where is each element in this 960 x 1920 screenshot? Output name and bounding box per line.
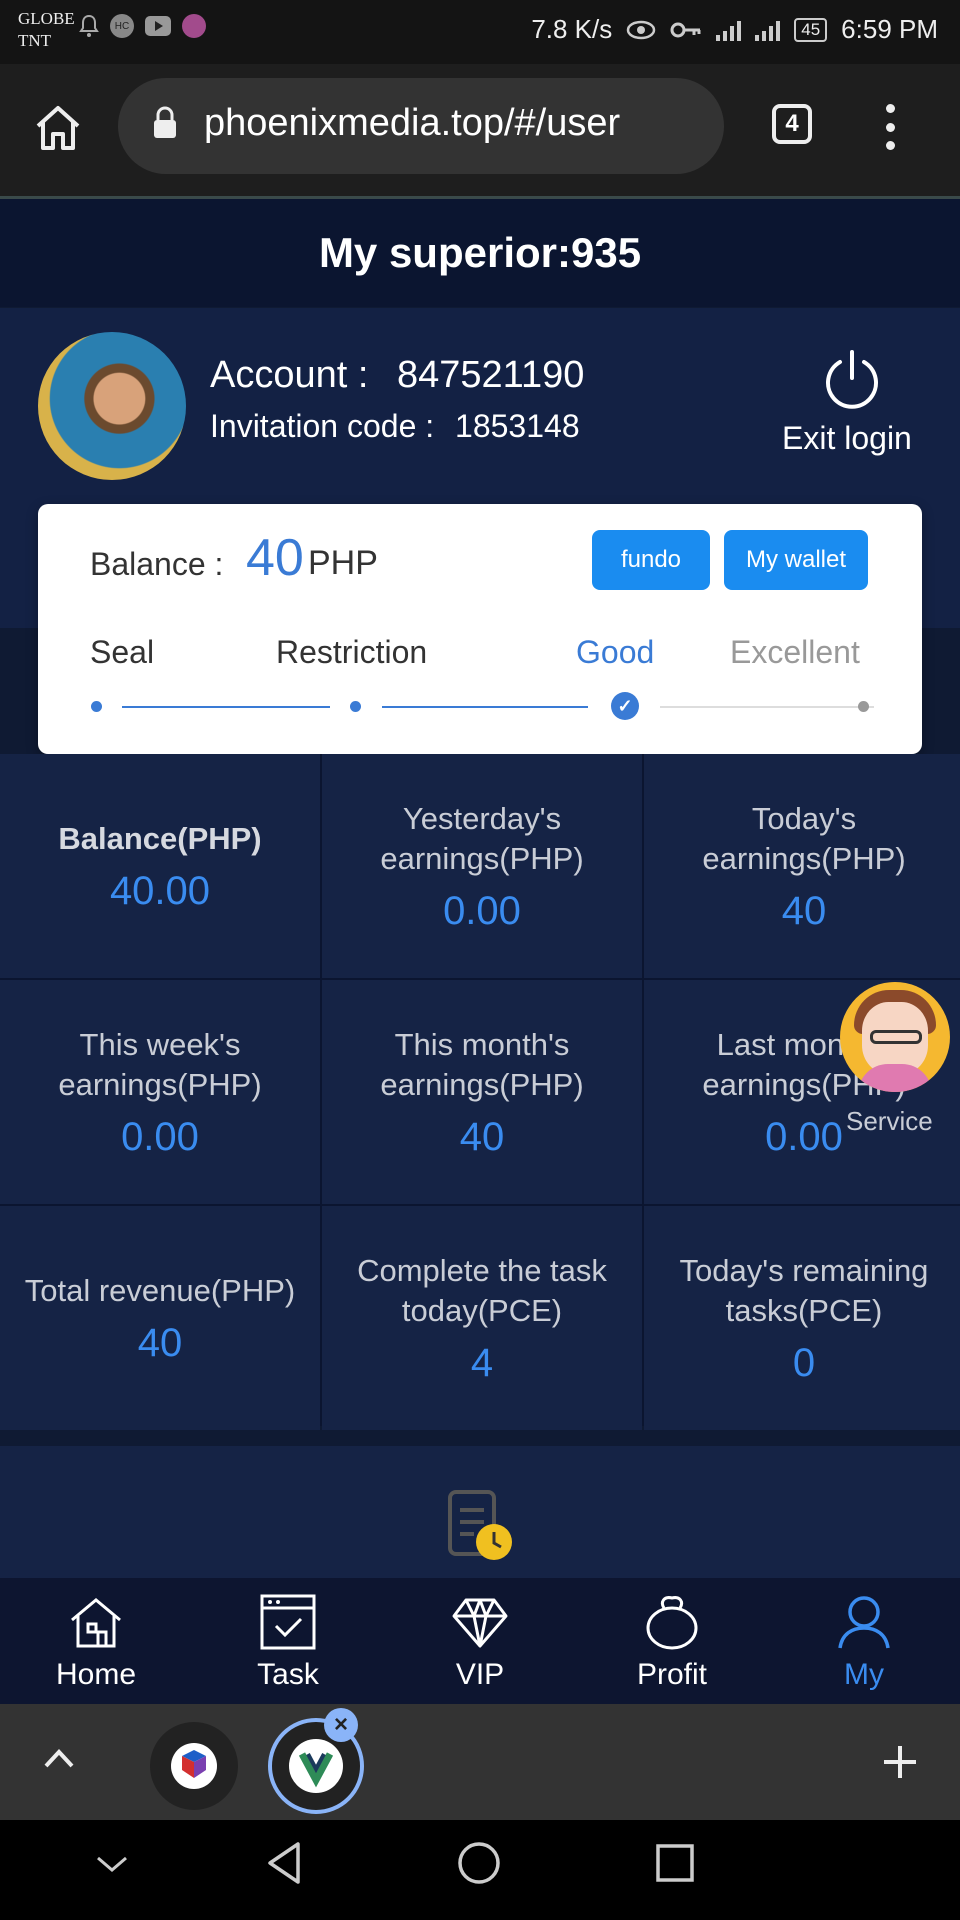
home-circle-icon[interactable]	[456, 1840, 502, 1886]
stat-tasks-completed: Complete the task today(PCE) 4	[322, 1206, 642, 1430]
cube-logo-icon	[171, 1743, 217, 1789]
clock: 6:59 PM	[841, 14, 938, 44]
stat-total-revenue: Total revenue(PHP) 40	[0, 1206, 320, 1430]
bell-icon	[79, 14, 99, 37]
task-icon	[260, 1594, 316, 1650]
stat-week-earnings: This week's earnings(PHP) 0.00	[0, 980, 320, 1204]
recents-icon[interactable]	[654, 1842, 696, 1884]
signal-icon	[755, 19, 781, 41]
invitation-code: 1853148	[455, 408, 580, 444]
level-dot-restriction	[350, 701, 361, 712]
fundo-button[interactable]: fundo	[592, 530, 710, 590]
tab-thumbnail[interactable]	[150, 1722, 238, 1810]
level-good: Good	[576, 634, 655, 670]
signal-4g-icon	[716, 19, 742, 41]
system-nav-bar	[0, 1820, 960, 1920]
status-bar: GLOBE TNT HC 7.8 K/s 45 6:59 PM	[0, 0, 960, 64]
stats-grid: Balance(PHP) 40.00 Yesterday's earnings(P…	[0, 754, 960, 1430]
level-check-icon: ✓	[611, 692, 639, 720]
balance-card: Balance : 40 PHP fundo My wallet Seal Re…	[38, 504, 922, 754]
customer-service-icon[interactable]	[840, 982, 950, 1092]
v-logo-icon	[289, 1739, 343, 1793]
chevron-down-icon[interactable]	[94, 1852, 130, 1876]
balance-value: 40	[246, 529, 304, 587]
close-tab-icon[interactable]: ×	[324, 1708, 358, 1742]
account-number: 847521190	[396, 354, 585, 396]
level-excellent: Excellent	[730, 634, 860, 670]
new-tab-icon[interactable]	[880, 1742, 920, 1782]
account-line: Account : 847521190	[210, 354, 585, 396]
network-speed: 7.8 K/s	[531, 14, 613, 44]
more-menu-icon[interactable]	[884, 104, 896, 150]
back-icon[interactable]	[264, 1840, 304, 1886]
app-notification-icon: HC	[110, 14, 134, 38]
stat-today-earnings: Today's earnings(PHP) 40	[644, 754, 960, 978]
invitation-line: Invitation code : 1853148	[210, 408, 580, 444]
nav-profit[interactable]: Profit	[576, 1578, 768, 1704]
level-restriction: Restriction	[276, 634, 428, 670]
notification-icons: HC	[78, 14, 206, 38]
task-history-section	[0, 1446, 960, 1578]
level-track	[382, 706, 588, 708]
home-icon[interactable]	[32, 102, 84, 154]
balance-unit: PHP	[308, 544, 378, 582]
lock-icon	[154, 106, 176, 138]
chevron-up-icon[interactable]	[42, 1742, 76, 1772]
level-seal: Seal	[90, 634, 155, 670]
app-notification-icon-2	[182, 14, 206, 38]
bottom-nav: Home Task VIP Profit My	[0, 1578, 960, 1704]
nav-task[interactable]: Task	[192, 1578, 384, 1704]
exit-login-button[interactable]: Exit login	[782, 420, 912, 457]
balance-label: Balance :	[90, 546, 224, 582]
service-label[interactable]: Service	[846, 1106, 933, 1137]
level-track	[122, 706, 330, 708]
eye-icon	[627, 20, 656, 39]
level-track	[660, 706, 874, 708]
home-icon	[71, 1598, 121, 1648]
battery-icon: 45	[794, 17, 828, 42]
page-title: My superior:935	[0, 199, 960, 307]
tab-switcher-button[interactable]: 4	[772, 104, 812, 144]
key-icon	[670, 22, 701, 37]
my-wallet-button[interactable]: My wallet	[724, 530, 868, 590]
diamond-icon	[452, 1598, 508, 1648]
avatar	[38, 332, 186, 480]
level-dot-seal	[91, 701, 102, 712]
task-clock-icon[interactable]	[446, 1488, 514, 1564]
nav-home[interactable]: Home	[0, 1578, 192, 1704]
power-icon[interactable]	[820, 348, 884, 412]
address-bar[interactable]: phoenixmedia.top/#/user	[118, 78, 724, 174]
user-icon	[838, 1596, 890, 1649]
browser-toolbar: phoenixmedia.top/#/user 4	[0, 64, 960, 199]
carrier-label: GLOBE TNT	[18, 9, 75, 50]
stat-month-earnings: This month's earnings(PHP) 40	[322, 980, 642, 1204]
stat-balance: Balance(PHP) 40.00	[0, 754, 320, 978]
nav-vip[interactable]: VIP	[384, 1578, 576, 1704]
url-text: phoenixmedia.top/#/user	[204, 102, 621, 144]
money-bag-icon	[646, 1596, 698, 1650]
status-right: 7.8 K/s 45 6:59 PM	[531, 14, 938, 45]
browser-tab-strip: ×	[0, 1704, 960, 1820]
stat-yesterday-earnings: Yesterday's earnings(PHP) 0.00	[322, 754, 642, 978]
level-dot-excellent	[858, 701, 869, 712]
stat-tasks-remaining: Today's remaining tasks(PCE) 0	[644, 1206, 960, 1430]
youtube-icon	[145, 16, 171, 36]
nav-my[interactable]: My	[768, 1578, 960, 1704]
